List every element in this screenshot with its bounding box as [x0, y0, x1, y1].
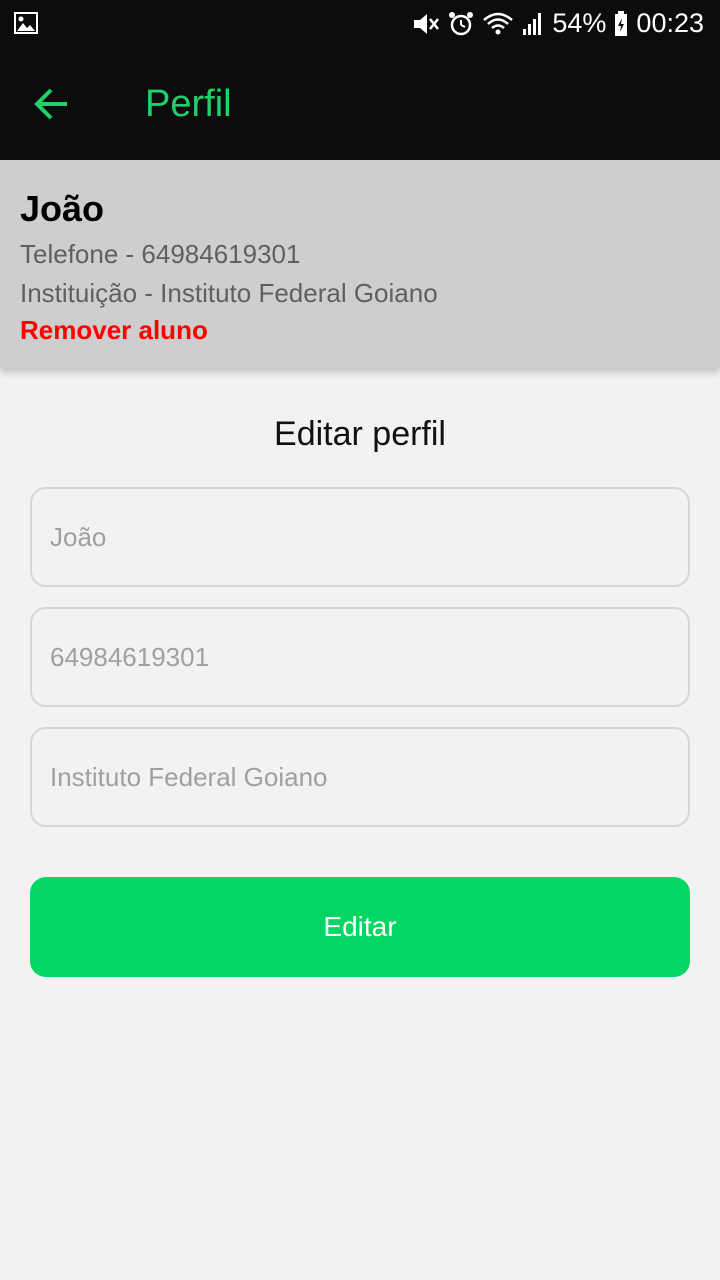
institution-field[interactable] — [30, 727, 690, 827]
alarm-icon — [448, 11, 474, 37]
signal-icon — [522, 11, 544, 37]
image-notification-icon — [14, 12, 38, 34]
phone-field[interactable] — [30, 607, 690, 707]
status-bar: 54% 00:23 — [0, 0, 720, 48]
edit-profile-title: Editar perfil — [274, 415, 446, 453]
name-field[interactable] — [30, 487, 690, 587]
remove-student-link[interactable]: Remover aluno — [20, 314, 208, 346]
page-title: Perfil — [145, 83, 232, 125]
student-institution: Instituição - Instituto Federal Goiano — [20, 278, 438, 308]
app-bar: Perfil — [0, 48, 720, 160]
clock: 00:23 — [636, 8, 704, 38]
back-button[interactable] — [26, 78, 78, 130]
battery-percent: 54% — [552, 8, 607, 38]
student-phone: Telefone - 64984619301 — [20, 239, 301, 269]
student-name: João — [20, 188, 105, 229]
profile-card: João Telefone - 64984619301 Instituição … — [0, 160, 720, 368]
battery-icon — [614, 10, 628, 37]
wifi-icon — [482, 11, 514, 37]
status-icons: 54% 00:23 — [412, 8, 704, 39]
arrow-left-icon — [34, 88, 70, 120]
mute-icon — [412, 11, 440, 37]
edit-button[interactable]: Editar — [30, 877, 690, 977]
